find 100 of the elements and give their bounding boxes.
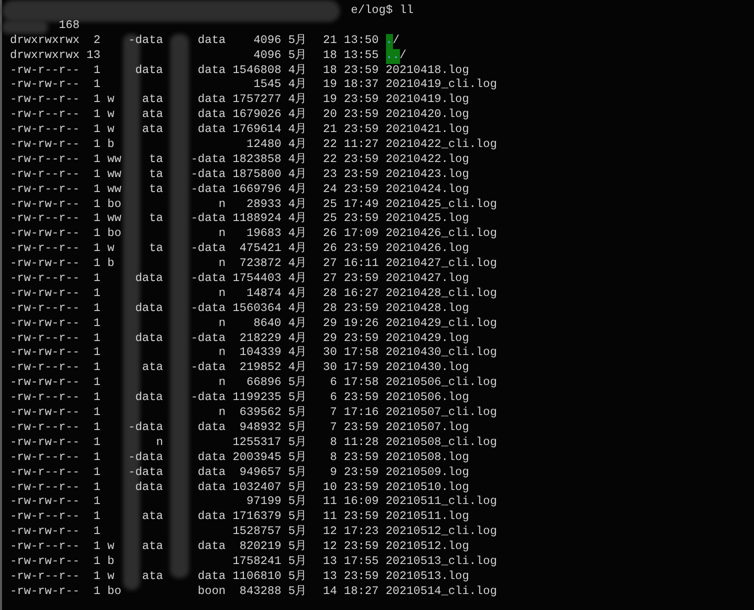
file-name: 20210508_cli.log [386,436,497,451]
file-time: 23:59 [344,302,379,317]
file-day: 22 [316,138,337,153]
file-time: 11:27 [344,138,379,153]
directory-suffix: / [400,48,406,64]
file-name: 20210423.log [386,168,470,183]
file-time: 23:59 [344,168,379,183]
file-time: 23:59 [344,466,379,480]
file-time: 23:59 [344,570,379,585]
link-count: 1 [92,540,100,555]
owner-text: ta [149,212,164,228]
file-size: 219852 [238,361,282,376]
file-name: 20210430_cli.log [386,346,497,362]
file-size: 218229 [238,332,282,346]
file-time: 23:59 [344,332,379,346]
file-month: 5月 [288,495,308,510]
file-size: 949657 [238,466,282,480]
link-count: 1 [92,510,100,526]
file-size: 843288 [238,584,282,600]
file-day: 30 [316,361,337,376]
file-month: 5月 [288,525,308,540]
group-text: data [196,64,226,78]
file-time: 13:50 [344,34,379,49]
owner-text: data [135,302,164,317]
file-permissions: -rw-r--r-- [10,510,80,526]
file-name: 20210422_cli.log [386,138,497,153]
file-permissions: -rw-rw-r-- [10,316,80,332]
file-permissions: -rw-r--r-- [10,93,80,108]
link-count: 1 [92,257,100,272]
file-name: 20210424.log [386,182,470,198]
link-count: 1 [92,495,100,510]
owner-text: ww [107,168,122,183]
link-count: 1 [92,198,100,212]
file-size: 1546808 [232,64,282,78]
group-text: data [196,34,226,49]
file-size: 2003945 [232,450,282,466]
group-text: data [196,480,226,496]
file-size: 4096 [252,48,282,64]
file-month: 5月 [288,48,308,64]
file-name: 20210429_cli.log [386,316,497,332]
group-text: -data [190,302,226,317]
file-month: 4月 [288,212,308,227]
owner-text: ata [142,361,164,376]
link-count: 1 [92,584,100,600]
file-permissions: -rw-r--r-- [10,302,80,317]
file-month: 5月 [288,510,308,525]
file-size: 1875800 [232,168,282,183]
file-permissions: -rw-rw-r-- [10,376,80,392]
file-name: 20210426.log [386,242,470,258]
file-name: 20210422.log [386,152,470,168]
owner-text: b [107,138,114,153]
link-count: 1 [92,212,100,228]
link-count: 1 [92,361,100,376]
file-size: 475421 [238,242,282,258]
file-day: 13 [316,554,337,570]
file-month: 4月 [288,138,308,153]
owner-text: ww [107,152,122,168]
file-month: 4月 [288,168,308,183]
file-time: 23:59 [344,242,379,258]
file-permissions: -rw-rw-r-- [10,78,80,94]
file-size: 1528757 [232,525,282,540]
file-name: 20210512.log [386,540,470,555]
file-name: 20210506.log [386,391,470,406]
owner-text: ta [149,182,164,198]
owner-text: data [135,480,164,496]
file-permissions: -rw-r--r-- [10,182,80,198]
file-time: 23:59 [344,510,379,526]
group-text: data [196,540,226,555]
owner-text: bo [107,198,122,212]
owner-text: -data [128,420,164,436]
file-name: 20210511_cli.log [386,495,497,510]
file-permissions: -rw-rw-r-- [10,286,80,302]
file-month: 5月 [288,584,308,600]
file-time: 23:59 [344,272,379,287]
file-day: 6 [316,376,337,392]
file-time: 17:58 [344,346,379,362]
group-text: n [218,227,226,242]
file-day: 26 [316,227,337,242]
link-count: 1 [92,227,100,242]
file-permissions: -rw-r--r-- [10,420,80,436]
file-time: 23:59 [344,450,379,466]
file-month: 5月 [288,554,308,570]
link-count: 1 [92,108,100,124]
link-count: 1 [92,420,100,436]
file-permissions: -rw-rw-r-- [10,406,80,421]
file-day: 8 [316,450,337,466]
owner-text: ata [142,510,164,526]
file-size: 820219 [238,540,282,555]
file-size: 104339 [238,346,282,362]
link-count: 1 [92,480,100,496]
file-name: 20210425_cli.log [386,198,497,212]
file-permissions: -rw-rw-r-- [10,584,80,600]
file-month: 4月 [288,227,308,242]
file-day: 27 [316,272,337,287]
file-time: 16:27 [344,286,379,302]
file-name: 20210513_cli.log [386,554,497,570]
group-text: n [218,286,226,302]
file-name: 20210510.log [386,480,470,496]
file-permissions: -rw-r--r-- [10,466,80,480]
file-size: 948932 [238,420,282,436]
